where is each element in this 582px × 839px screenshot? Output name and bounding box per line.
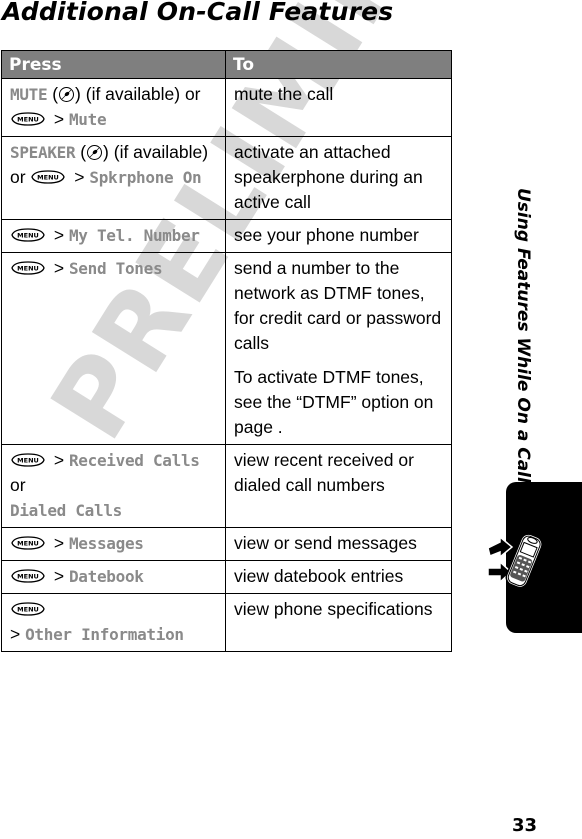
page-number: 33	[512, 815, 538, 836]
table-row: SPEAKER ( ) (if available) or MENU > Spkrp…	[1, 136, 452, 220]
instruction-text: >	[69, 167, 90, 187]
table-row: MENU > Other Information view phone specif…	[1, 593, 452, 652]
press-cell: MENU > Datebook	[1, 560, 226, 594]
to-cell: view or send messages	[225, 527, 452, 561]
description-text: see your phone number	[234, 225, 419, 245]
svg-text:MENU: MENU	[17, 457, 39, 465]
to-cell: view datebook entries	[225, 560, 452, 594]
press-cell: SPEAKER ( ) (if available) or MENU > Spkrp…	[1, 136, 226, 220]
table-row: MUTE ( ) (if available) or MENU > Mute mute…	[1, 78, 452, 137]
press-cell: MENU > Received Calls or Dialed Calls	[1, 444, 226, 528]
menu-key-icon: MENU	[10, 449, 46, 467]
description-text: To activate DTMF tones, see the “DTMF” o…	[234, 367, 434, 437]
press-cell: MENU > Send Tones	[1, 252, 226, 445]
instruction-text: or	[10, 475, 26, 495]
instruction-text: (	[75, 142, 87, 162]
press-cell: MENU > My Tel. Number	[1, 219, 226, 253]
table-header-row: Press To	[1, 50, 452, 79]
menu-key-icon: MENU	[10, 532, 46, 550]
menu-item-text: My Tel. Number	[68, 226, 200, 245]
menu-key-icon: MENU	[10, 257, 46, 275]
description-text: view phone specifications	[234, 599, 433, 619]
description-text: activate an attached speakerphone during…	[234, 142, 423, 212]
menu-item-text: Received Calls	[68, 451, 200, 470]
svg-text:MENU: MENU	[17, 265, 39, 273]
instruction-text: or	[10, 167, 31, 187]
menu-key-icon: MENU	[10, 108, 46, 126]
menu-item-text: Spkrphone On	[89, 168, 202, 187]
menu-key-icon: MENU	[10, 224, 46, 242]
menu-item-text: Messages	[68, 534, 144, 553]
instruction-text: >	[49, 225, 69, 245]
to-cell: mute the call	[225, 78, 452, 137]
instruction-text: >	[49, 566, 69, 586]
table-row: MENU > Messages view or send messages	[1, 527, 452, 561]
soft-key-icon	[86, 143, 103, 160]
svg-text:MENU: MENU	[17, 116, 39, 124]
features-table: Press To MUTE () (if available) or MENU >…	[1, 50, 452, 652]
menu-item-text: Other Information	[25, 625, 184, 644]
table-row: MENU > My Tel. Number see your phone numb…	[1, 219, 452, 253]
description-text: view datebook entries	[234, 566, 404, 586]
to-cell: view phone specifications	[225, 593, 452, 652]
menu-item-text: Send Tones	[68, 259, 163, 278]
instruction-text: >	[49, 533, 69, 553]
press-cell: MENU > Other Information	[1, 593, 226, 652]
to-cell: send a number to the network as DTMF ton…	[225, 252, 452, 445]
page-title: Additional On-Call Features	[2, 0, 394, 26]
to-cell: view recent received or dialed call numb…	[225, 444, 452, 528]
description-text: view recent received or dialed call numb…	[234, 450, 414, 495]
to-cell: activate an attached speakerphone during…	[225, 136, 452, 220]
instruction-text: >	[49, 450, 69, 470]
table-row: MENU > Received Calls or Dialed Calls view…	[1, 444, 452, 528]
to-cell: see your phone number	[225, 219, 452, 253]
press-cell: MUTE ( ) (if available) or MENU > Mute	[1, 78, 226, 137]
svg-text:MENU: MENU	[17, 573, 39, 581]
press-cell: MENU > Messages	[1, 527, 226, 561]
description-text: mute the call	[234, 84, 334, 104]
table-row: MENU > Send Tones send a number to the ne…	[1, 252, 452, 445]
menu-item-text: Dialed Calls	[10, 501, 122, 520]
menu-key-icon: MENU	[30, 166, 66, 184]
column-header-press: Press	[1, 50, 226, 79]
table-row: MENU > Datebook view datebook entries	[1, 560, 452, 594]
instruction-text: >	[10, 624, 26, 644]
column-header-to: To	[225, 50, 452, 79]
svg-text:MENU: MENU	[38, 174, 60, 182]
menu-item-text: SPEAKER	[10, 143, 76, 162]
svg-text:MENU: MENU	[17, 540, 39, 548]
menu-key-icon: MENU	[10, 565, 46, 583]
menu-key-icon: MENU	[10, 598, 46, 616]
description-text: send a number to the network as DTMF ton…	[234, 258, 442, 353]
description-text: view or send messages	[234, 533, 417, 553]
phone-with-arrows-icon	[487, 533, 542, 589]
menu-item-text: Datebook	[68, 567, 144, 586]
instruction-text: >	[49, 258, 69, 278]
soft-key-icon	[58, 85, 75, 102]
instruction-text: (	[47, 84, 59, 104]
svg-text:MENU: MENU	[17, 606, 39, 614]
menu-item-text: Mute	[68, 110, 107, 129]
instruction-text: ) (if available) or	[75, 84, 201, 104]
svg-text:MENU: MENU	[17, 232, 39, 240]
instruction-text: ) (if available)	[103, 142, 209, 162]
menu-item-text: MUTE	[10, 85, 48, 104]
instruction-text: >	[49, 109, 69, 129]
chapter-side-title: Using Features While On a Call	[513, 188, 533, 483]
